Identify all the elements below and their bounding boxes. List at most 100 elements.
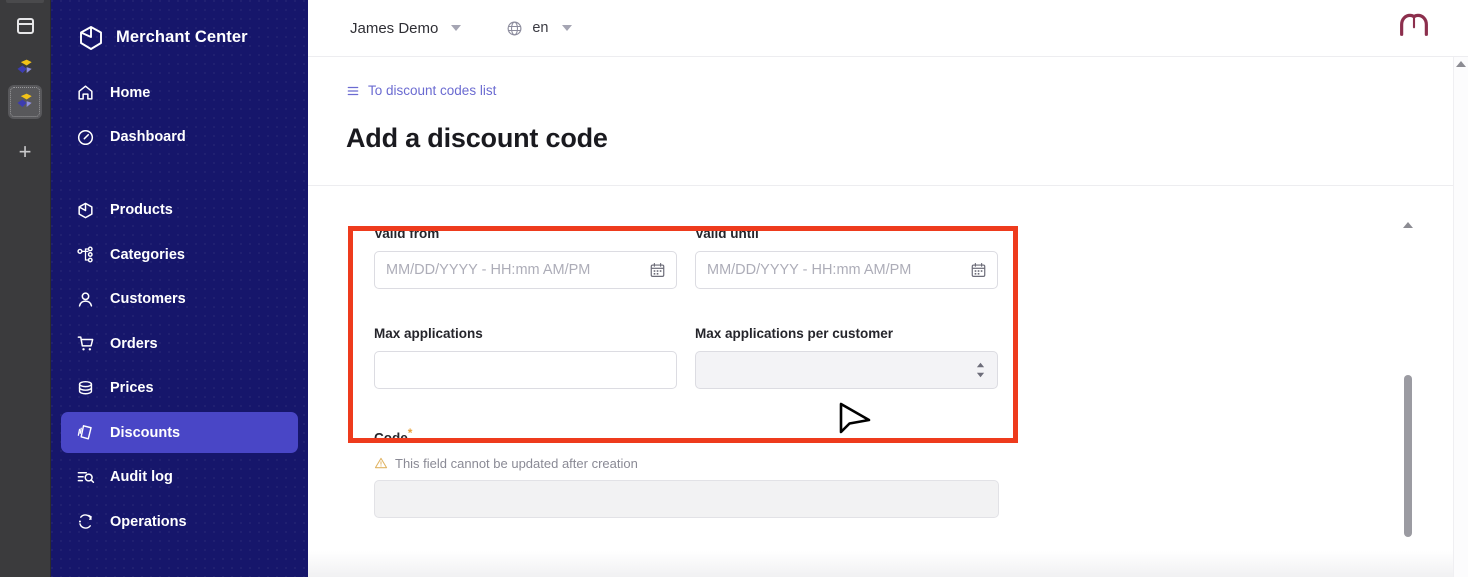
cube-icon — [75, 200, 96, 221]
max-applications-input-wrap[interactable] — [374, 351, 677, 389]
sidebar-item-label: Operations — [110, 513, 187, 530]
field-valid-until: Valid until — [695, 226, 998, 289]
calendar-icon[interactable] — [970, 262, 987, 279]
sidebar-item-label: Products — [110, 202, 173, 218]
extension-button-1[interactable] — [8, 51, 42, 85]
sidebar-group-primary: Home Dashboard Products Categories Custo… — [51, 72, 308, 542]
valid-from-input-wrap[interactable] — [374, 251, 677, 289]
cube-icon — [80, 25, 102, 50]
list-icon — [347, 86, 359, 95]
audit-search-icon — [75, 467, 96, 488]
sidebar-item-label: Discounts — [110, 424, 181, 441]
sidebar-item-label: Customers — [110, 291, 186, 307]
home-icon — [75, 82, 96, 103]
breadcrumb-label: To discount codes list — [368, 83, 497, 98]
sidebar-item-label: Dashboard — [110, 129, 186, 145]
extension-icon-2 — [17, 93, 32, 107]
project-switcher[interactable]: James Demo — [350, 19, 462, 37]
sidebar-item-categories[interactable]: Categories — [61, 234, 298, 275]
form-row-validity: Valid from MM/DD/YYYY - HH:mm AM/PM Vali… — [374, 226, 1468, 289]
panel-toggle-icon — [16, 18, 34, 34]
user-icon — [75, 289, 96, 310]
warning-triangle-icon — [374, 457, 388, 469]
project-name: James Demo — [350, 19, 439, 37]
chevron-down-icon — [451, 25, 462, 31]
field-code: Code* This field cannot be updated after… — [374, 426, 999, 518]
required-marker: * — [407, 426, 413, 440]
browser-tab-strip: + — [0, 0, 51, 577]
locale-value: en — [532, 20, 549, 36]
sidebar-item-orders[interactable]: Orders — [61, 323, 298, 364]
categories-tree-icon — [75, 244, 96, 265]
field-max-applications-per-customer: Max applications per customer — [695, 326, 998, 389]
page-scrollbar[interactable] — [1453, 57, 1468, 577]
code-hint: This field cannot be updated after creat… — [374, 456, 999, 471]
sidebar-item-operations[interactable]: Operations — [61, 501, 298, 542]
page-header: To discount codes list Add a discount co… — [308, 57, 1468, 186]
sidebar-item-home[interactable]: Home — [61, 72, 298, 113]
form-scrollbar[interactable] — [1400, 200, 1416, 577]
add-tab-button[interactable]: + — [8, 135, 42, 169]
main-content: James Demo en To discount codes list Add… — [308, 0, 1468, 577]
sidebar-item-label: Prices — [110, 380, 154, 396]
app-root: + Merchant Center Home Dashboard Product… — [0, 0, 1468, 577]
calendar-icon[interactable] — [649, 262, 666, 279]
locale-switcher[interactable]: en — [506, 20, 572, 37]
sidebar-item-prices[interactable]: Prices — [61, 368, 298, 409]
sidebar-item-label: Home — [110, 84, 151, 101]
breadcrumb-to-discount-codes-list[interactable]: To discount codes list — [346, 83, 1468, 98]
field-valid-from: Valid from — [374, 226, 677, 289]
bottom-fade-overlay — [308, 551, 1468, 577]
max-applications-per-customer-input-wrap[interactable] — [695, 351, 998, 389]
sidebar-divider — [61, 161, 298, 186]
sidebar-nav: Home Dashboard Products Categories Custo… — [51, 72, 308, 542]
panel-toggle-button[interactable] — [8, 9, 42, 43]
scroll-up-arrow-icon[interactable] — [1456, 61, 1466, 67]
top-bar: James Demo en — [308, 0, 1468, 57]
code-label-text: Code — [374, 430, 408, 446]
scroll-up-arrow-icon[interactable] — [1403, 222, 1413, 228]
sidebar-item-products[interactable]: Products — [61, 190, 298, 231]
code-label: Code* — [374, 426, 999, 446]
sidebar-item-customers[interactable]: Customers — [61, 279, 298, 320]
form-row-applications: Max applications Max applications per cu… — [374, 326, 1468, 389]
sidebar-item-audit-log[interactable]: Audit log — [61, 457, 298, 498]
form-scrollbar-thumb[interactable] — [1404, 375, 1412, 537]
valid-until-input-wrap[interactable] — [695, 251, 998, 289]
code-input-wrap[interactable] — [374, 479, 999, 518]
number-stepper-icon[interactable] — [974, 360, 987, 380]
dashboard-icon — [75, 127, 96, 148]
valid-until-label: Valid until — [695, 226, 759, 241]
discount-tag-icon — [75, 422, 96, 443]
code-hint-text: This field cannot be updated after creat… — [395, 455, 638, 471]
extension-icon-1 — [17, 59, 32, 73]
max-applications-per-customer-input[interactable] — [696, 352, 997, 388]
extension-button-2[interactable] — [8, 85, 42, 119]
chevron-down-icon — [561, 25, 572, 31]
valid-until-input[interactable] — [696, 252, 997, 288]
app-sidebar: Merchant Center Home Dashboard Products … — [51, 0, 308, 577]
coins-icon — [75, 378, 96, 399]
cart-icon — [75, 333, 96, 354]
discount-code-form: Valid from MM/DD/YYYY - HH:mm AM/PM Vali… — [308, 186, 1468, 577]
valid-from-input[interactable] — [375, 252, 676, 288]
page-title: Add a discount code — [346, 123, 608, 153]
operations-refresh-icon — [75, 511, 96, 532]
sidebar-item-label: Audit log — [110, 469, 173, 485]
commercetools-logo — [1396, 11, 1432, 46]
form-row-spacer — [374, 289, 1468, 326]
max-applications-per-customer-label: Max applications per customer — [695, 326, 894, 341]
sidebar-item-discounts[interactable]: Discounts — [61, 412, 298, 453]
sidebar-item-label: Categories — [110, 246, 185, 263]
sidebar-item-dashboard[interactable]: Dashboard — [61, 117, 298, 158]
valid-from-label: Valid from — [374, 226, 440, 241]
sidebar-item-label: Orders — [110, 335, 158, 352]
form-row-spacer — [374, 389, 1468, 426]
field-max-applications: Max applications — [374, 326, 677, 389]
code-input[interactable] — [375, 480, 998, 517]
max-applications-input[interactable] — [375, 352, 676, 388]
max-applications-label: Max applications — [374, 326, 483, 341]
sidebar-brand[interactable]: Merchant Center — [51, 0, 308, 58]
strip-top-divider — [6, 0, 44, 3]
globe-icon — [507, 21, 522, 35]
